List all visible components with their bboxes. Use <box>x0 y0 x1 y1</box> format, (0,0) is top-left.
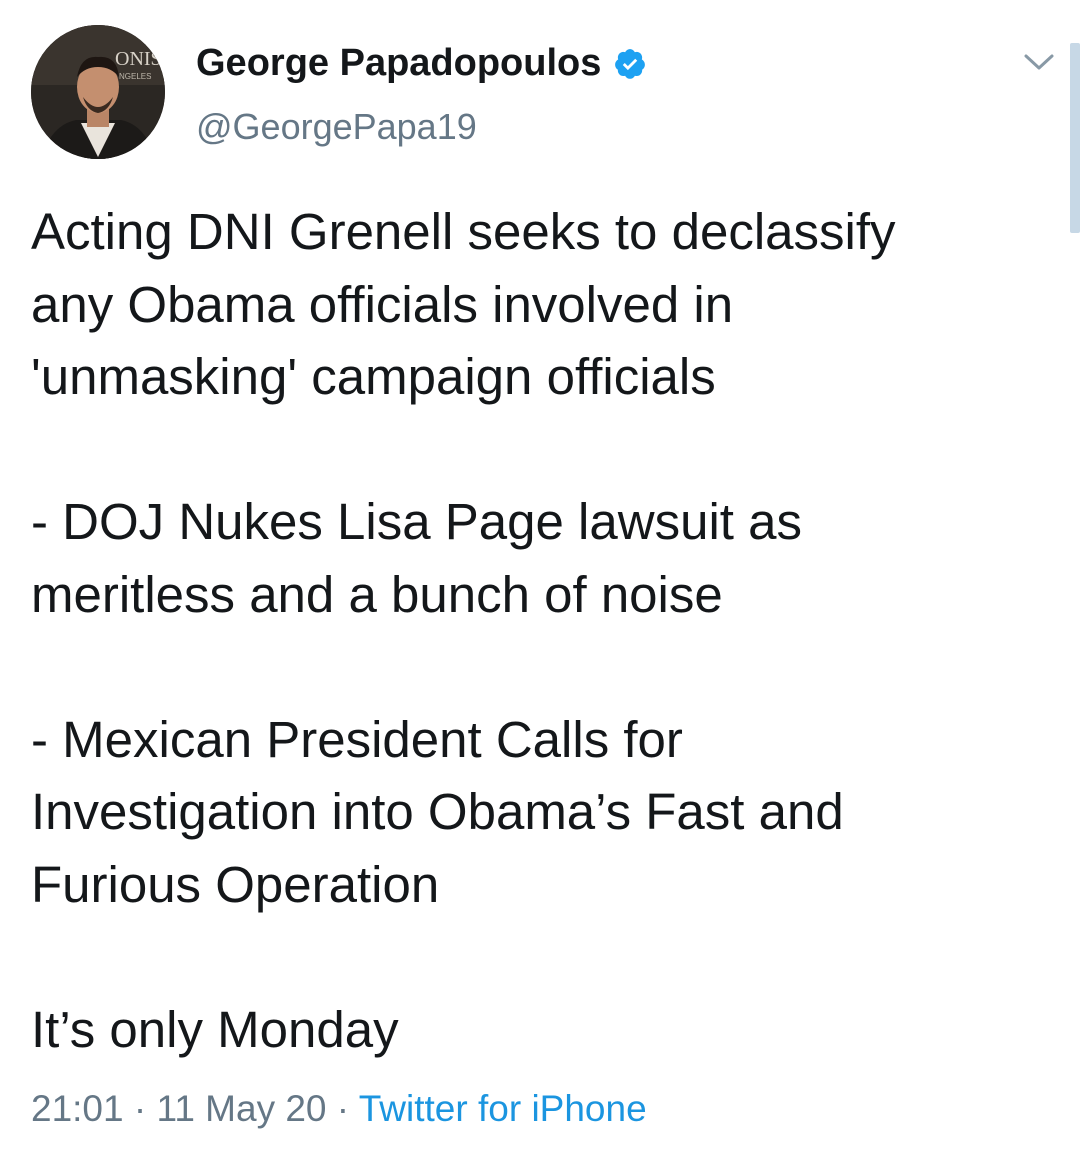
verified-badge-icon <box>613 47 647 81</box>
tweet-date[interactable]: 11 May 20 <box>156 1088 326 1129</box>
tweet-source-link[interactable]: Twitter for iPhone <box>359 1088 647 1129</box>
author-name[interactable]: George Papadopoulos <box>196 42 647 85</box>
meta-separator: · <box>336 1088 350 1129</box>
tweet-metadata: 21:01 · 11 May 20 · Twitter for iPhone <box>31 1088 647 1130</box>
tweet-paragraph: It’s only Monday <box>31 1000 399 1058</box>
avatar-photo: ONIST NGELES <box>31 25 165 159</box>
avatar[interactable]: ONIST NGELES <box>31 25 165 159</box>
tweet-paragraph: - DOJ Nukes Lisa Page lawsuit as meritle… <box>31 493 802 623</box>
tweet-paragraph: Acting DNI Grenell seeks to declassify a… <box>31 203 896 405</box>
chevron-down-icon[interactable] <box>1022 48 1056 76</box>
scrollbar[interactable] <box>1070 43 1080 233</box>
tweet-paragraph: - Mexican President Calls for Investigat… <box>31 710 844 913</box>
author-handle[interactable]: @GeorgePapa19 <box>196 106 477 148</box>
tweet-time[interactable]: 21:01 <box>31 1088 124 1129</box>
avatar-backdrop-subtext: NGELES <box>119 72 151 81</box>
tweet-card: ONIST NGELES George Papadopoulos @George… <box>0 0 1080 1164</box>
author-name-text[interactable]: George Papadopoulos <box>196 42 601 85</box>
avatar-backdrop-text: ONIST <box>115 48 165 70</box>
tweet-text: Acting DNI Grenell seeks to declassify a… <box>31 196 1061 1066</box>
meta-separator: · <box>133 1088 147 1129</box>
